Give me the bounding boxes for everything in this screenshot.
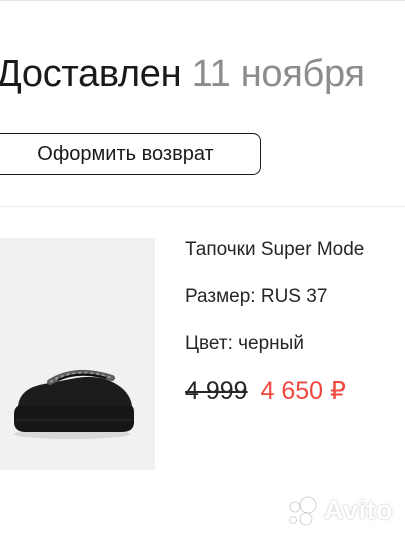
order-status-heading: Доставлен 11 ноября	[0, 50, 365, 98]
product-image[interactable]	[0, 238, 155, 470]
slipper-image-icon	[0, 238, 155, 470]
old-price: 4 999	[185, 377, 248, 405]
product-info: Тапочки Super Mode Размер: RUS 37 Цвет: …	[185, 238, 405, 379]
price-row: 4 999 4 650 ₽	[185, 376, 346, 406]
new-price: 4 650 ₽	[260, 377, 346, 405]
section-divider	[0, 206, 405, 207]
return-button[interactable]: Оформить возврат	[0, 133, 261, 175]
avito-watermark: Avito	[286, 495, 393, 526]
product-size: Размер: RUS 37	[185, 286, 328, 307]
top-divider	[0, 0, 405, 1]
product-color: Цвет: черный	[185, 333, 304, 354]
watermark-text: Avito	[324, 495, 393, 525]
order-details-screen: Доставлен 11 ноября Оформить возврат Тап…	[0, 0, 405, 540]
status-title: Доставлен	[0, 53, 182, 95]
product-name[interactable]: Тапочки Super Mode	[185, 238, 405, 262]
status-date: 11 ноября	[191, 53, 365, 95]
avito-logo-icon	[289, 496, 317, 525]
